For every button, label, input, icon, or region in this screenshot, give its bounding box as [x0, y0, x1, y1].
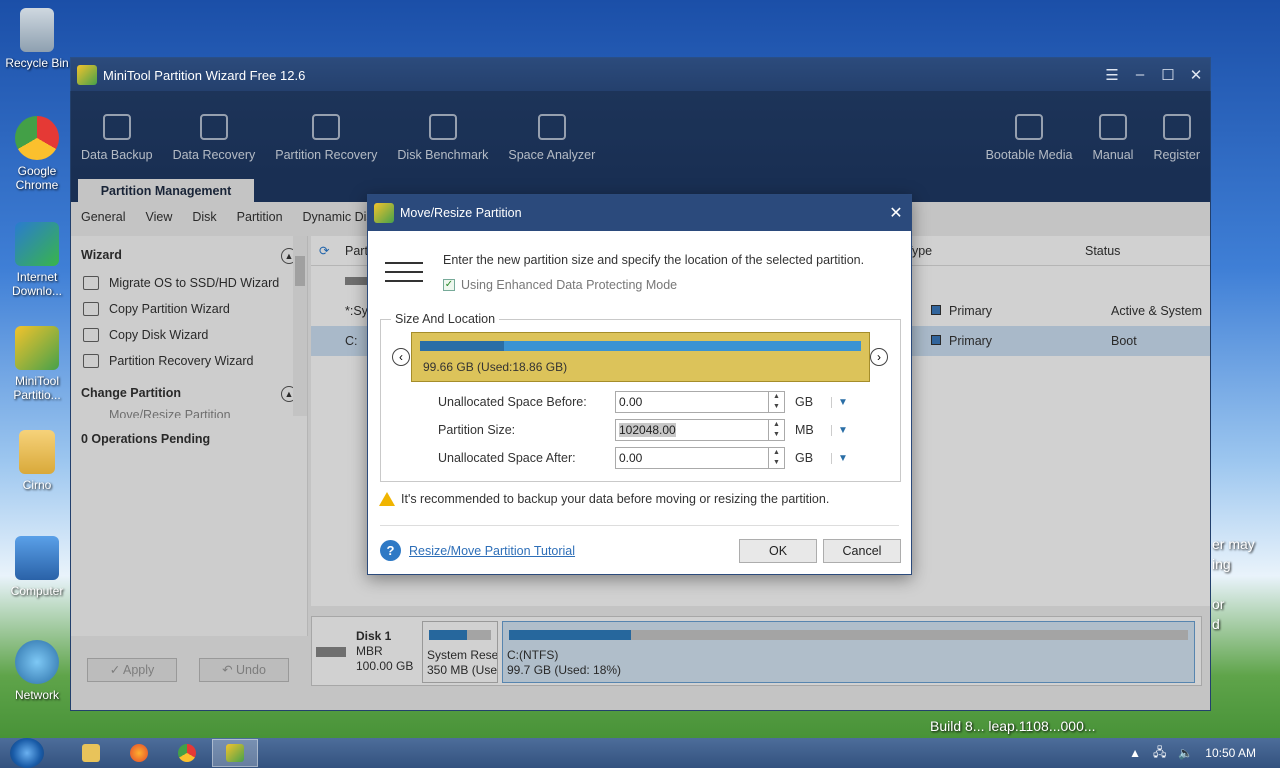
minitool-icon — [226, 744, 244, 762]
unit-dropdown-icon[interactable]: ▼ — [831, 424, 848, 436]
volume-icon[interactable]: 🔈 — [1178, 746, 1193, 760]
dialog-title-bar: Move/Resize Partition ✕ — [368, 195, 911, 231]
computer-icon — [15, 536, 59, 580]
partition-size-input[interactable]: 102048.00 — [615, 419, 769, 441]
system-tray: ▲ 🖧 🔈 10:50 AM — [1117, 743, 1280, 764]
spinner[interactable]: ▲ ▼ — [769, 419, 785, 441]
spinner[interactable]: ▲ ▼ — [769, 391, 785, 413]
menu-icon[interactable]: ☰ — [1098, 66, 1126, 84]
enhanced-mode-checkbox[interactable]: ✓ Using Enhanced Data Protecting Mode — [443, 278, 677, 292]
unit-dropdown-icon[interactable]: ▼ — [831, 452, 848, 464]
recycle-bin-icon — [20, 8, 54, 52]
maximize-button[interactable]: ☐ — [1154, 66, 1182, 84]
partition-bar[interactable]: 99.66 GB (Used:18.86 GB) — [411, 332, 870, 382]
sliders-icon — [385, 255, 423, 289]
partition-track[interactable] — [420, 341, 861, 351]
spinner[interactable]: ▲ ▼ — [769, 447, 785, 469]
desktop-icon-recycle-bin[interactable]: Recycle Bin — [2, 8, 72, 70]
group-label: Size And Location — [391, 312, 500, 326]
chrome-icon — [15, 116, 59, 160]
build-watermark: Build 8... leap.1108...000... — [930, 718, 1096, 734]
desktop-icon-computer[interactable]: Computer — [2, 536, 72, 598]
desktop-icon-chrome[interactable]: Google Chrome — [2, 116, 72, 192]
network-icon — [15, 640, 59, 684]
chevron-right-icon[interactable]: › — [870, 348, 888, 366]
tray-expand-icon[interactable]: ▲ — [1129, 746, 1141, 760]
move-resize-dialog: Move/Resize Partition ✕ Enter the new pa… — [367, 194, 912, 575]
taskbar-chrome[interactable] — [164, 739, 210, 767]
window-title: MiniTool Partition Wizard Free 12.6 — [103, 67, 306, 83]
background-text: or — [1212, 596, 1225, 612]
checkbox-checked-icon[interactable]: ✓ — [443, 279, 455, 291]
clock[interactable]: 10:50 AM — [1205, 746, 1256, 760]
desktop-icon-cirno[interactable]: Cirno — [2, 430, 72, 492]
title-bar: MiniTool Partition Wizard Free 12.6 ☰ – … — [71, 58, 1210, 92]
dialog-close-button[interactable]: ✕ — [881, 203, 911, 223]
close-button[interactable]: ✕ — [1182, 66, 1210, 84]
warning-message: It's recommended to backup your data bef… — [379, 492, 829, 506]
dialog-title: Move/Resize Partition — [400, 206, 522, 220]
warning-icon — [379, 492, 395, 506]
taskbar-firefox[interactable] — [116, 739, 162, 767]
start-button[interactable] — [10, 738, 44, 768]
app-icon — [374, 203, 394, 223]
firefox-icon — [130, 744, 148, 762]
app-icon — [77, 65, 97, 85]
divider — [380, 525, 899, 526]
row-unallocated-before: Unallocated Space Before: 0.00 ▲ ▼ GB ▼ — [438, 391, 858, 413]
background-text: er may — [1212, 536, 1255, 552]
desktop-icon-network[interactable]: Network — [2, 640, 72, 702]
minitool-icon — [15, 326, 59, 370]
chevron-left-icon[interactable]: ‹ — [392, 348, 410, 366]
background-text: d — [1212, 616, 1220, 632]
folder-icon — [19, 430, 55, 474]
desktop-icon-idm[interactable]: Internet Downlo... — [2, 222, 72, 298]
intro-text: Enter the new partition size and specify… — [443, 253, 865, 267]
row-unallocated-after: Unallocated Space After: 0.00 ▲ ▼ GB ▼ — [438, 447, 858, 469]
partition-size-label: 99.66 GB (Used:18.86 GB) — [423, 360, 568, 374]
ok-button[interactable]: OK — [739, 539, 817, 563]
background-text: ing — [1212, 556, 1231, 572]
help-icon[interactable]: ? — [380, 540, 401, 561]
unallocated-before-input[interactable]: 0.00 — [615, 391, 769, 413]
folder-icon — [82, 744, 100, 762]
row-partition-size: Partition Size: 102048.00 ▲ ▼ MB ▼ — [438, 419, 858, 441]
chrome-icon — [178, 744, 196, 762]
used-space-bar — [420, 341, 504, 351]
minimize-button[interactable]: – — [1126, 66, 1154, 84]
taskbar-minitool[interactable] — [212, 739, 258, 767]
taskbar: ▲ 🖧 🔈 10:50 AM — [0, 738, 1280, 768]
unit-dropdown-icon[interactable]: ▼ — [831, 396, 848, 408]
idm-icon — [15, 222, 59, 266]
size-location-group: Size And Location ‹ 99.66 GB (Used:18.86… — [380, 312, 901, 482]
tutorial-link[interactable]: Resize/Move Partition Tutorial — [409, 544, 575, 558]
network-tray-icon[interactable]: 🖧 — [1153, 743, 1166, 764]
desktop-icon-minitool[interactable]: MiniTool Partitio... — [2, 326, 72, 402]
cancel-button[interactable]: Cancel — [823, 539, 901, 563]
taskbar-explorer[interactable] — [68, 739, 114, 767]
unallocated-after-input[interactable]: 0.00 — [615, 447, 769, 469]
